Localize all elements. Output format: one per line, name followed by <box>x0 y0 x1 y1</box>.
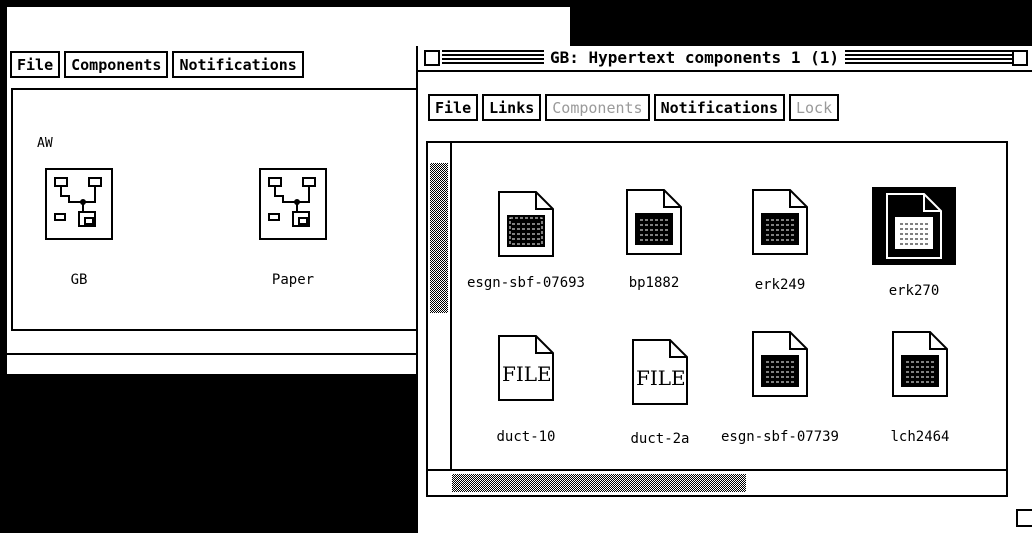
left-menubar: File Components Notifications <box>10 51 308 78</box>
vertical-scrollbar[interactable] <box>428 143 452 469</box>
document-icon[interactable] <box>752 189 808 255</box>
resize-corner-icon[interactable] <box>1016 509 1032 527</box>
menu-links[interactable]: Links <box>482 94 542 121</box>
item-label: lch2464 <box>890 429 950 445</box>
file-icon-text: FILE <box>636 366 686 390</box>
item-label: esgn-sbf-07739 <box>720 429 839 445</box>
menu-file[interactable]: File <box>428 94 479 121</box>
icon-pane: esgn-sbf-07693 bp1882 erk249 erk270 FILE… <box>426 141 1008 497</box>
menu-notifications[interactable]: Notifications <box>653 94 785 121</box>
item-label: erk270 <box>888 283 940 299</box>
menu-notifications[interactable]: Notifications <box>172 51 304 78</box>
document-icon[interactable] <box>626 189 682 255</box>
window-menu-box-icon[interactable] <box>424 50 440 66</box>
document-icon[interactable] <box>892 331 948 397</box>
file-icon-text: FILE <box>502 362 552 386</box>
horizontal-scroll-thumb[interactable] <box>452 474 746 492</box>
document-icon[interactable] <box>498 191 554 257</box>
menu-file[interactable]: File <box>10 51 61 78</box>
file-icon[interactable]: FILE <box>632 339 688 405</box>
window-title: GB: Hypertext components 1 (1) <box>544 48 845 67</box>
circuit-component-icon[interactable] <box>45 168 113 240</box>
right-menubar: File Links Components Notifications Lock <box>428 94 843 121</box>
hypertext-components-window: GB: Hypertext components 1 (1) File Link… <box>416 46 1032 533</box>
menu-components[interactable]: Components <box>64 51 169 78</box>
icon-label-gb: GB <box>70 272 88 288</box>
document-icon[interactable] <box>886 193 942 259</box>
left-window-titlebar-area <box>7 7 570 39</box>
file-icon[interactable]: FILE <box>498 335 554 401</box>
menu-components[interactable]: Components <box>545 94 650 121</box>
horizontal-scrollbar[interactable] <box>428 469 1006 495</box>
document-icon[interactable] <box>752 331 808 397</box>
left-content-pane: AW GB Paper <box>11 88 435 331</box>
icon-label-paper: Paper <box>271 272 315 288</box>
group-label: AW <box>37 136 53 151</box>
window-titlebar[interactable]: GB: Hypertext components 1 (1) <box>418 46 1032 72</box>
menu-lock[interactable]: Lock <box>789 94 840 121</box>
circuit-component-icon[interactable] <box>259 168 327 240</box>
window-resize-box-icon[interactable] <box>1012 50 1028 66</box>
